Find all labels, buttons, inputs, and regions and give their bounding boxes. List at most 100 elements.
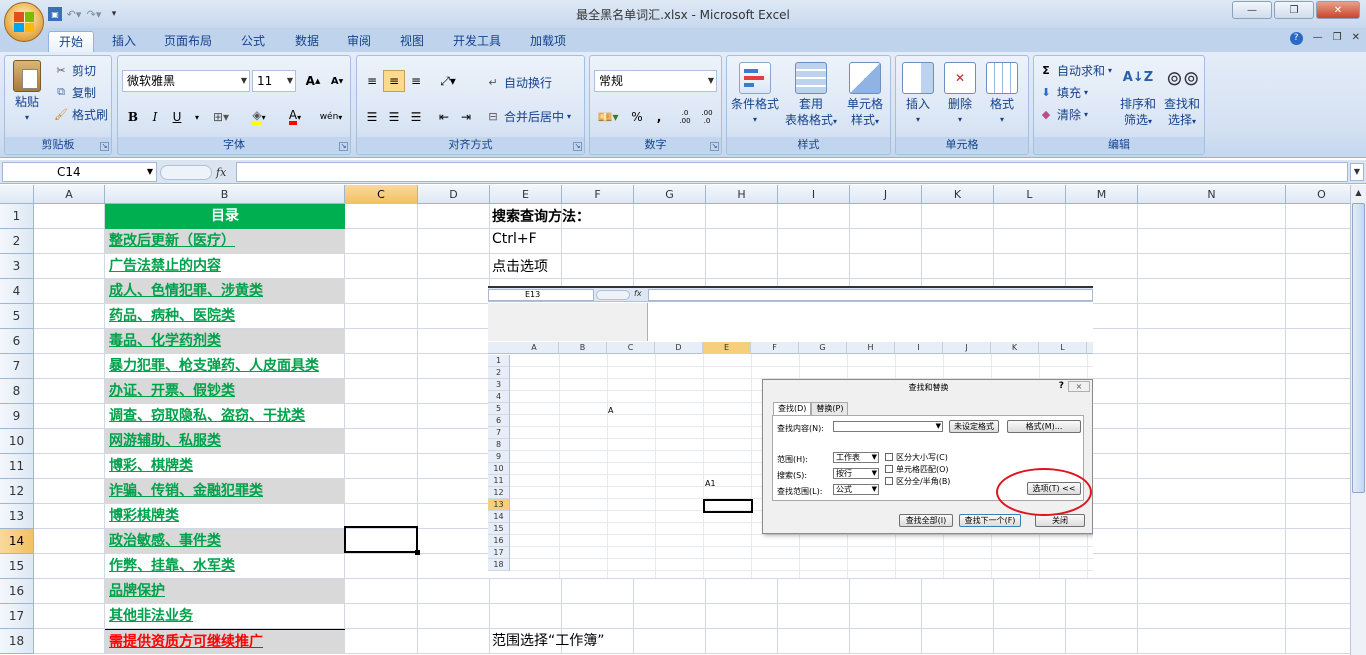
list-item[interactable]: 诈骗、传销、金融犯罪类 [105, 479, 345, 504]
formula-input[interactable] [236, 162, 1348, 182]
tab-review[interactable]: 审阅 [337, 31, 381, 52]
column-header-K[interactable]: K [922, 185, 994, 204]
office-button[interactable] [4, 2, 44, 42]
grow-font-button[interactable]: A ▲ [302, 70, 324, 92]
wrap-text-button[interactable]: ↵ 自动换行 [485, 72, 552, 92]
column-header-F[interactable]: F [562, 185, 634, 204]
sort-filter-button[interactable]: A↓Z 排序和 筛选▾ [1114, 60, 1162, 130]
column-header-D[interactable]: D [418, 185, 490, 204]
orientation-icon[interactable]: ⤢▾ [433, 70, 463, 92]
column-header-M[interactable]: M [1066, 185, 1138, 204]
underline-dropdown[interactable]: ▾ [186, 106, 208, 128]
list-item[interactable]: 调查、窃取隐私、盗窃、干扰类 [105, 404, 345, 429]
column-header-L[interactable]: L [994, 185, 1066, 204]
format-painter-button[interactable]: 🖌 格式刷 [53, 104, 108, 124]
font-name-combo[interactable]: 微软雅黑 ▼ [122, 70, 250, 92]
cell-styles-button[interactable]: 单元格 样式▾ [837, 60, 893, 130]
row-header-16[interactable]: 16 [0, 579, 34, 604]
list-item[interactable]: 广告法禁止的内容 [105, 254, 345, 279]
list-item[interactable]: 博彩棋牌类 [105, 504, 345, 529]
phonetic-button[interactable]: wén ▾ [314, 106, 348, 128]
column-header-N[interactable]: N [1138, 185, 1286, 204]
row-header-7[interactable]: 7 [0, 354, 34, 379]
list-item[interactable]: 网游辅助、私服类 [105, 429, 345, 454]
format-as-table-button[interactable]: 套用 表格格式▾ [783, 60, 839, 130]
conditional-format-button[interactable]: 条件格式 ▾ [727, 60, 783, 128]
number-launcher[interactable]: ↘ [710, 142, 719, 151]
comma-button[interactable]: , [648, 106, 670, 128]
borders-icon[interactable]: ⊞▾ [206, 106, 236, 128]
clipboard-launcher[interactable]: ↘ [100, 142, 109, 151]
tab-developer[interactable]: 开发工具 [443, 31, 511, 52]
fill-button[interactable]: ⬇ 填充 ▾ [1038, 82, 1088, 102]
tab-home[interactable]: 开始 [48, 31, 95, 52]
list-item[interactable]: 暴力犯罪、枪支弹药、人皮面具类 [105, 354, 345, 379]
align-center-icon[interactable]: ☰ [383, 106, 405, 128]
list-item[interactable]: 需提供资质方可继续推广 [105, 629, 345, 654]
list-item[interactable]: 药品、病种、医院类 [105, 304, 345, 329]
bold-button[interactable]: B [122, 106, 144, 128]
percent-button[interactable]: % [626, 106, 648, 128]
clear-button[interactable]: ◆ 清除 ▾ [1038, 104, 1088, 124]
expand-formula-bar-icon[interactable]: ▼ [1350, 163, 1364, 181]
column-header-C[interactable]: C [345, 185, 418, 204]
autosum-button[interactable]: Σ 自动求和 ▾ [1038, 60, 1112, 80]
increase-decimal-button[interactable]: .0 .00 [674, 106, 696, 128]
column-header-A[interactable]: A [34, 185, 105, 204]
column-header-G[interactable]: G [634, 185, 706, 204]
list-item[interactable]: 成人、色情犯罪、涉黄类 [105, 279, 345, 304]
row-header-4[interactable]: 4 [0, 279, 34, 304]
tab-data[interactable]: 数据 [285, 31, 329, 52]
row-header-17[interactable]: 17 [0, 604, 34, 629]
decrease-decimal-button[interactable]: .00 .0 [696, 106, 718, 128]
doc-close-icon[interactable]: ✕ [1352, 32, 1360, 45]
align-bottom-icon[interactable]: ≡ [405, 70, 427, 92]
scroll-up-icon[interactable]: ▲ [1351, 185, 1366, 201]
row-header-1[interactable]: 1 [0, 204, 34, 229]
row-header-8[interactable]: 8 [0, 379, 34, 404]
column-header-E[interactable]: E [490, 185, 562, 204]
row-header-3[interactable]: 3 [0, 254, 34, 279]
paste-button[interactable]: 粘贴 ▾ [5, 58, 49, 126]
insert-function-button[interactable]: fx [216, 166, 226, 179]
list-item[interactable]: 政治敏感、事件类 [105, 529, 345, 554]
list-item[interactable]: 办证、开票、假钞类 [105, 379, 345, 404]
italic-button[interactable]: I [144, 106, 166, 128]
find-select-button[interactable]: ⊚⊚ 查找和 选择▾ [1158, 60, 1206, 130]
shrink-font-button[interactable]: A ▼ [326, 70, 348, 92]
currency-icon[interactable]: 💴▾ [594, 106, 622, 128]
vertical-scrollbar[interactable]: ▲ [1350, 185, 1366, 655]
column-header-O[interactable]: O [1286, 185, 1350, 204]
list-item[interactable]: 品牌保护 [105, 579, 345, 604]
column-header-J[interactable]: J [850, 185, 922, 204]
align-middle-icon[interactable]: ≡ [383, 70, 405, 92]
select-all-corner[interactable] [0, 185, 34, 204]
close-button[interactable]: ✕ [1316, 1, 1360, 19]
tab-view[interactable]: 视图 [390, 31, 434, 52]
cut-button[interactable]: ✂ 剪切 [53, 60, 96, 80]
doc-minimize-icon[interactable]: — [1313, 32, 1323, 45]
list-item[interactable]: 其他非法业务 [105, 604, 345, 629]
tab-page-layout[interactable]: 页面布局 [154, 31, 222, 52]
column-header-I[interactable]: I [778, 185, 850, 204]
row-header-6[interactable]: 6 [0, 329, 34, 354]
row-header-12[interactable]: 12 [0, 479, 34, 504]
row-header-5[interactable]: 5 [0, 304, 34, 329]
underline-button[interactable]: U [166, 106, 188, 128]
doc-restore-icon[interactable]: ❐ [1333, 32, 1342, 45]
row-header-15[interactable]: 15 [0, 554, 34, 579]
row-header-2[interactable]: 2 [0, 229, 34, 254]
tab-insert[interactable]: 插入 [102, 31, 146, 52]
copy-button[interactable]: ⧉ 复制 [53, 82, 96, 102]
column-header-B[interactable]: B [105, 185, 345, 204]
minimize-button[interactable]: — [1232, 1, 1272, 19]
list-item[interactable]: 博彩、棋牌类 [105, 454, 345, 479]
increase-indent-icon[interactable]: ⇥ [455, 106, 477, 128]
help-icon[interactable]: ? [1289, 32, 1303, 45]
list-header-cell[interactable]: 目录 [105, 204, 345, 229]
list-item[interactable]: 作弊、挂靠、水军类 [105, 554, 345, 579]
alignment-launcher[interactable]: ↘ [573, 142, 582, 151]
column-header-H[interactable]: H [706, 185, 778, 204]
fill-color-button[interactable]: ◈ ▾ [242, 106, 276, 128]
row-header-11[interactable]: 11 [0, 454, 34, 479]
